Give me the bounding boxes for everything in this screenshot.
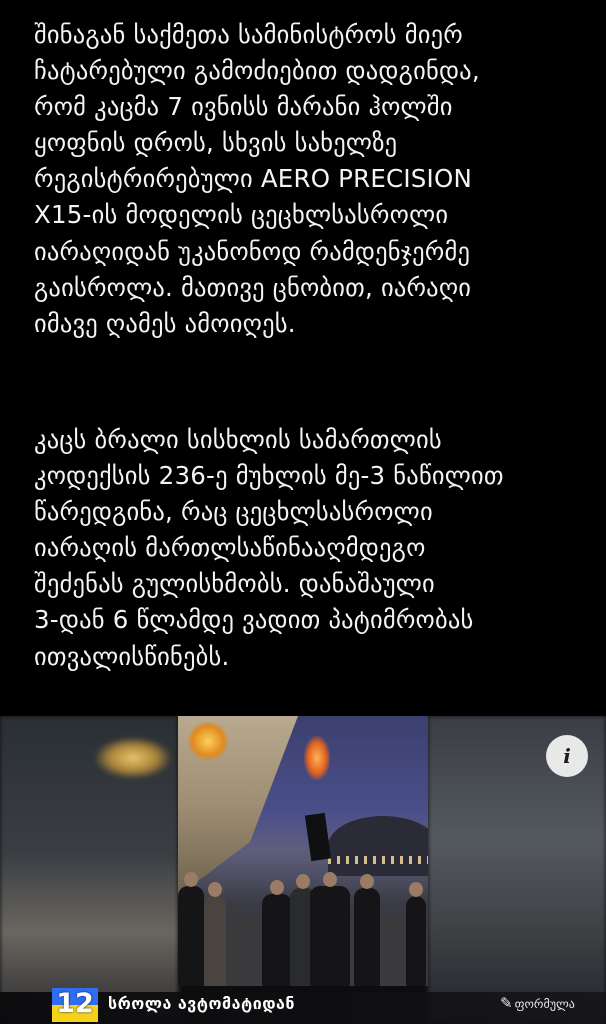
info-icon[interactable]: i (546, 735, 588, 777)
article-paragraph: შინაგან საქმეთა სამინისტროს მიერ ჩატარებ… (34, 20, 480, 338)
person (354, 874, 380, 986)
city-lights (328, 856, 428, 864)
muzzle-flash (304, 736, 330, 780)
article-paragraph: კაცს ბრალი სისხლის სამართლის კოდექსის 23… (34, 425, 504, 671)
channel-logo: 12 (52, 988, 98, 1022)
video-player[interactable]: i (0, 716, 606, 1024)
blurred-light (96, 738, 170, 778)
article-body: შინაგან საქმეთა სამინისტროს მიერ ჩატარებ… (0, 0, 606, 716)
broadcaster-logo-icon: ✎ (500, 994, 513, 1012)
broadcaster-watermark: ✎ ფორმულა (500, 994, 575, 1012)
rifle (304, 812, 332, 862)
person (204, 882, 226, 986)
channel-logo-text: 12 (56, 988, 94, 1019)
person (406, 882, 426, 986)
ticker-headline: სროლა ავტომატიდან (108, 994, 296, 1013)
video-blur-background-left (0, 716, 178, 1024)
lit-sign (188, 722, 228, 760)
hills (328, 816, 428, 876)
broadcaster-name: ფორმულა (514, 997, 575, 1011)
video-frame (178, 716, 428, 986)
person-with-rifle (310, 872, 350, 986)
person (262, 880, 292, 986)
person (178, 872, 204, 986)
